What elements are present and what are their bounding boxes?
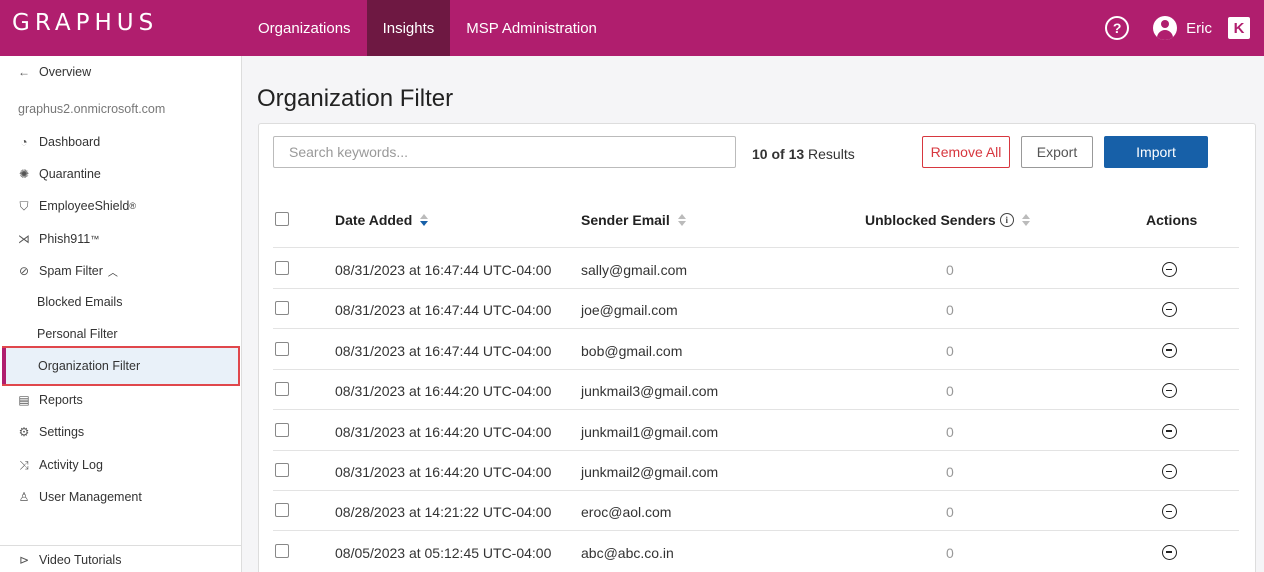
results-shown: 10 of 13: [752, 146, 805, 162]
export-button[interactable]: Export: [1021, 136, 1093, 168]
column-header-email[interactable]: Sender Email: [581, 212, 686, 228]
row-checkbox[interactable]: [275, 463, 289, 477]
remove-circle-icon[interactable]: [1162, 504, 1177, 520]
sort-icon[interactable]: [420, 214, 429, 226]
row-checkbox[interactable]: [275, 261, 289, 275]
help-icon[interactable]: ?: [1105, 16, 1130, 40]
cell-unblocked-count: 0: [946, 342, 954, 359]
search-input[interactable]: [273, 136, 736, 168]
user-menu[interactable]: Eric: [1153, 16, 1212, 40]
sidebar-item-label: Phish911: [39, 232, 91, 246]
main-nav: Organizations Insights MSP Administratio…: [242, 0, 613, 56]
cell-date-added: 08/31/2023 at 16:44:20 UTC-04:00: [335, 423, 552, 440]
dashboard-icon: ◔: [20, 135, 28, 149]
remove-circle-icon[interactable]: [1162, 464, 1177, 479]
kaseya-app-icon[interactable]: K: [1228, 17, 1250, 39]
sort-icon[interactable]: [677, 214, 686, 226]
trademark-mark: ™: [90, 234, 100, 244]
column-header-unblocked-senders[interactable]: Unblocked Senders i: [865, 212, 1030, 228]
remove-all-button[interactable]: Remove All: [922, 136, 1010, 168]
arrow-left-icon: ←: [18, 65, 30, 79]
registered-mark: ®: [129, 201, 136, 211]
results-count: 10 of 13 Results: [752, 146, 855, 162]
table-row: 08/31/2023 at 16:47:44 UTC-04:00 joe@gmai…: [0, 288, 1264, 328]
fish-icon: ⋊: [18, 232, 30, 246]
cell-date-added: 08/31/2023 at 16:47:44 UTC-04:00: [335, 302, 552, 319]
table-row: 08/31/2023 at 16:47:44 UTC-04:00 sally@gm…: [0, 248, 1264, 288]
row-checkbox[interactable]: [275, 422, 289, 437]
cell-unblocked-count: 0: [946, 383, 954, 400]
cell-date-added: 08/31/2023 at 16:47:44 UTC-04:00: [335, 342, 552, 359]
cell-sender-email: junkmail2@gmail.com: [581, 464, 719, 480]
cell-date-added: 08/05/2023 at 05:12:45 UTC-04:00: [335, 544, 552, 561]
top-right-actions: ? Eric K: [1105, 0, 1264, 56]
column-header-label: Unblocked Senders: [865, 212, 996, 228]
remove-circle-icon[interactable]: [1162, 302, 1177, 318]
sidebar-item-label: Dashboard: [39, 135, 101, 149]
sidebar-item-employeeshield[interactable]: ⛉ EmployeeShield ®: [0, 194, 242, 218]
cell-sender-email: sally@gmail.com: [581, 262, 688, 278]
cell-sender-email: joe@gmail.com: [581, 302, 678, 319]
top-bar: GRAPHUS Organizations Insights MSP Admin…: [0, 0, 1264, 56]
info-icon[interactable]: i: [999, 213, 1014, 227]
cell-date-added: 08/31/2023 at 16:44:20 UTC-04:00: [335, 464, 552, 480]
shield-icon: ⛉: [19, 198, 29, 213]
cell-unblocked-count: 0: [946, 464, 954, 480]
avatar-icon: [1153, 16, 1178, 40]
cell-sender-email: abc@abc.co.in: [581, 544, 674, 561]
table-row: 08/31/2023 at 16:44:20 UTC-04:00 junkmail…: [0, 369, 1264, 409]
table-row: 08/31/2023 at 16:44:20 UTC-04:00 junkmail…: [0, 450, 1264, 490]
row-checkbox[interactable]: [275, 301, 289, 316]
tenant-domain: graphus2.onmicrosoft.com: [18, 102, 166, 116]
sidebar-item-label: EmployeeShield: [39, 199, 130, 213]
cell-sender-email: eroc@aol.com: [581, 504, 672, 521]
remove-circle-icon[interactable]: [1162, 262, 1177, 277]
column-header-actions: Actions: [1146, 212, 1198, 228]
cell-sender-email: junkmail1@gmail.com: [581, 423, 719, 440]
column-header-label: Sender Email: [581, 212, 670, 228]
remove-circle-icon[interactable]: [1162, 423, 1177, 439]
cell-unblocked-count: 0: [946, 302, 954, 319]
table-row: 08/05/2023 at 05:12:45 UTC-04:00 abc@abc.…: [0, 531, 1264, 571]
graphus-logo[interactable]: GRAPHUS: [12, 10, 158, 36]
sidebar-item-quarantine[interactable]: ✺ Quarantine: [0, 162, 242, 186]
sidebar-item-label: Quarantine: [39, 167, 101, 181]
cell-date-added: 08/31/2023 at 16:47:44 UTC-04:00: [335, 262, 552, 278]
row-checkbox[interactable]: [275, 382, 289, 397]
sidebar-overview-link[interactable]: ← Overview: [0, 60, 242, 84]
table-row: 08/31/2023 at 16:47:44 UTC-04:00 bob@gmai…: [0, 329, 1264, 369]
cell-unblocked-count: 0: [946, 262, 954, 278]
user-name: Eric: [1186, 19, 1212, 37]
cell-date-added: 08/28/2023 at 14:21:22 UTC-04:00: [335, 504, 552, 521]
cell-sender-email: junkmail3@gmail.com: [581, 383, 719, 400]
cell-unblocked-count: 0: [946, 423, 954, 440]
remove-circle-icon[interactable]: [1162, 383, 1177, 399]
row-checkbox[interactable]: [275, 543, 289, 558]
sort-icon[interactable]: [1021, 214, 1030, 226]
nav-organizations[interactable]: Organizations: [242, 0, 367, 56]
remove-circle-icon[interactable]: [1162, 544, 1177, 560]
cell-date-added: 08/31/2023 at 16:44:20 UTC-04:00: [335, 383, 552, 400]
cell-unblocked-count: 0: [946, 504, 954, 521]
virus-icon: ✺: [18, 167, 30, 181]
table-row: 08/31/2023 at 16:44:20 UTC-04:00 junkmail…: [0, 410, 1264, 450]
row-checkbox[interactable]: [275, 341, 289, 356]
select-all-checkbox[interactable]: [275, 212, 289, 226]
nav-msp-administration[interactable]: MSP Administration: [450, 0, 613, 56]
results-label: Results: [808, 146, 855, 162]
column-header-label: Date Added: [335, 212, 413, 228]
remove-circle-icon[interactable]: [1162, 342, 1177, 358]
cell-sender-email: bob@gmail.com: [581, 342, 683, 359]
nav-insights[interactable]: Insights: [366, 0, 451, 56]
row-checkbox[interactable]: [275, 503, 289, 518]
import-button[interactable]: Import: [1104, 136, 1208, 168]
column-header-date[interactable]: Date Added: [335, 212, 429, 228]
cell-unblocked-count: 0: [946, 544, 954, 561]
table-row: 08/28/2023 at 14:21:22 UTC-04:00 eroc@aol…: [0, 490, 1264, 530]
sidebar-item-dashboard[interactable]: ◔ Dashboard: [0, 130, 242, 154]
sidebar-item-label: Overview: [39, 65, 92, 79]
page-title: Organization Filter: [257, 85, 454, 112]
